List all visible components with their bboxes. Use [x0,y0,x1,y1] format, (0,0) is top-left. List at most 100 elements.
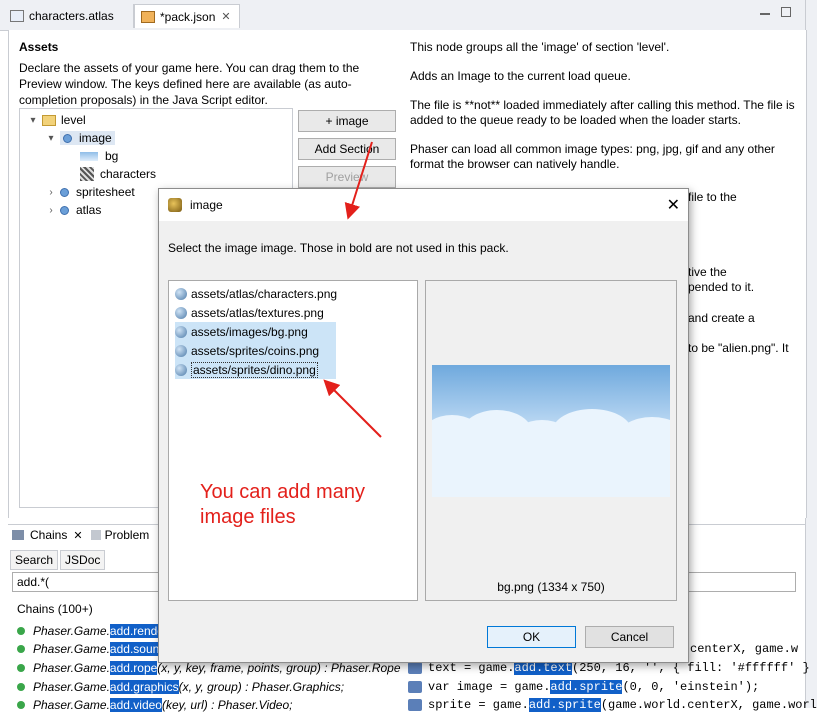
minimize-icon[interactable] [760,13,770,15]
method-icon [17,627,25,635]
file-item[interactable]: assets/sprites/coins.png [175,341,336,360]
chevron-down-icon[interactable]: ▾ [28,115,38,126]
tab-label: characters.atlas [29,9,114,23]
file-path: assets/images/bg.png [191,324,308,339]
chains-icon [12,530,24,540]
assets-description: Declare the assets of your game here. Yo… [19,61,360,107]
tab-problems[interactable]: Problem [105,528,150,542]
chevron-right-icon[interactable]: › [46,187,56,198]
code-text: sprite = game. [428,698,529,712]
bottom-tab-bar: Chains ✕ Problem [8,524,158,546]
code-line-icon [408,681,422,693]
code-text: (0, 0, 'einstein'); [622,680,760,694]
maximize-icon[interactable] [781,7,791,17]
code-line[interactable]: sprite = game. add.sprite (game.world.ce… [408,696,817,714]
help-fragment: and create a [688,311,755,325]
chain-row[interactable]: Phaser.Game. add.graphics (x, y, group) … [17,678,344,696]
file-icon [175,344,187,357]
problems-icon [90,530,101,540]
code-text: text = game. [428,661,515,675]
annotation-text: You can add many image files [200,481,365,528]
help-fragment: tive the [688,265,727,279]
code-line-icon [408,699,422,711]
file-item[interactable]: assets/atlas/textures.png [175,303,324,322]
add-section-button[interactable]: Add Section [298,138,396,160]
preview-button[interactable]: Preview [298,166,396,188]
help-fragment: file to the [688,190,737,204]
help-fragment: pended to it. [688,280,755,294]
chain-row[interactable]: Phaser.Game. add.video (key, url) : Phas… [17,696,292,714]
chevron-down-icon[interactable]: ▾ [46,133,56,144]
code-match: add.text [514,661,573,675]
ok-button[interactable]: OK [487,626,576,648]
add-image-button[interactable]: + image [298,110,396,132]
code-match: add.sprite [528,698,601,712]
help-paragraph: Phaser can load all common image types: … [410,142,775,171]
method-icon [17,664,25,672]
close-icon[interactable]: ✕ [221,10,230,23]
file-path: assets/atlas/characters.png [191,286,338,301]
cancel-button[interactable]: Cancel [585,626,674,648]
tree-item-atlas[interactable]: › atlas [46,201,101,219]
image-preview: bg.png (1334 x 750) [425,280,677,601]
tab-jsdoc[interactable]: JSDoc [60,550,106,570]
tab-chains[interactable]: Chains [30,528,67,542]
chain-row[interactable]: Phaser.Game. add.rende [17,622,164,640]
chain-signature: (key, url) : Phaser.Video; [161,698,293,712]
close-icon[interactable]: ✕ [73,529,82,542]
method-icon [17,683,25,691]
phaser-icon [168,198,182,212]
tree-item-bg[interactable]: bg [80,147,118,165]
atlas-thumbnail-icon [80,167,94,181]
file-list[interactable]: assets/atlas/characters.png assets/atlas… [168,280,418,601]
chain-signature: (x, y, group) : Phaser.Graphics; [178,680,345,694]
file-icon [175,325,187,338]
tab-characters-atlas[interactable]: characters.atlas [4,4,134,28]
tab-pack-json[interactable]: *pack.json ✕ [134,4,240,28]
file-icon [175,363,187,376]
code-line[interactable]: centerX, game.w [690,640,798,658]
file-icon [175,287,187,300]
file-item[interactable]: assets/images/bg.png [175,322,336,341]
file-path: assets/atlas/textures.png [191,305,324,320]
tree-item-spritesheet[interactable]: › spritesheet [46,183,135,201]
preview-caption: bg.png (1334 x 750) [497,580,605,594]
dialog-title: image [190,198,223,212]
help-text: This node groups all the 'image' of sect… [410,40,798,186]
file-path: assets/sprites/coins.png [191,343,320,358]
method-icon [17,645,25,653]
chain-prefix: Phaser.Game. [33,642,110,656]
code-text: (250, 16, '', { fill: '#ffffff' } [572,661,810,675]
image-dialog: image ✕ Select the image image. Those in… [158,188,689,663]
tree-item-label: spritesheet [76,185,135,199]
chain-match: add.graphics [109,680,179,694]
chain-match: add.rope [109,661,158,675]
tree-item-label: level [61,113,86,127]
chain-prefix: Phaser.Game. [33,661,110,675]
help-paragraph: This node groups all the 'image' of sect… [410,40,670,54]
section-icon [60,205,69,215]
chevron-right-icon[interactable]: › [46,205,56,216]
close-icon[interactable]: ✕ [667,195,680,215]
chain-row[interactable]: Phaser.Game. add.sound [17,640,166,658]
section-icon [60,187,69,197]
file-item[interactable]: assets/sprites/dino.png [175,360,336,379]
chain-signature: (x, y, key, frame, points, group) : Phas… [157,661,401,675]
dialog-titlebar[interactable]: image ✕ [159,189,688,221]
code-text: centerX, game.w [690,642,799,656]
help-fragment: to be "alien.png". It [688,341,789,355]
tree-item-image[interactable]: ▾ image [46,129,115,147]
section-icon [63,133,72,143]
code-line[interactable]: var image = game. add.sprite (0, 0, 'ein… [408,678,759,696]
atlas-file-icon [10,10,24,22]
code-match: add.sprite [550,680,623,694]
chain-match: add.rende [109,624,164,638]
code-text: var image = game. [428,680,551,694]
tab-search[interactable]: Search [10,550,59,570]
tree-item-level[interactable]: ▾ level [28,111,86,129]
code-line-icon [408,662,422,674]
chain-match: add.video [109,698,162,712]
tree-item-characters[interactable]: characters [80,165,156,183]
file-item[interactable]: assets/atlas/characters.png [175,284,337,303]
tree-item-label: bg [105,149,119,163]
